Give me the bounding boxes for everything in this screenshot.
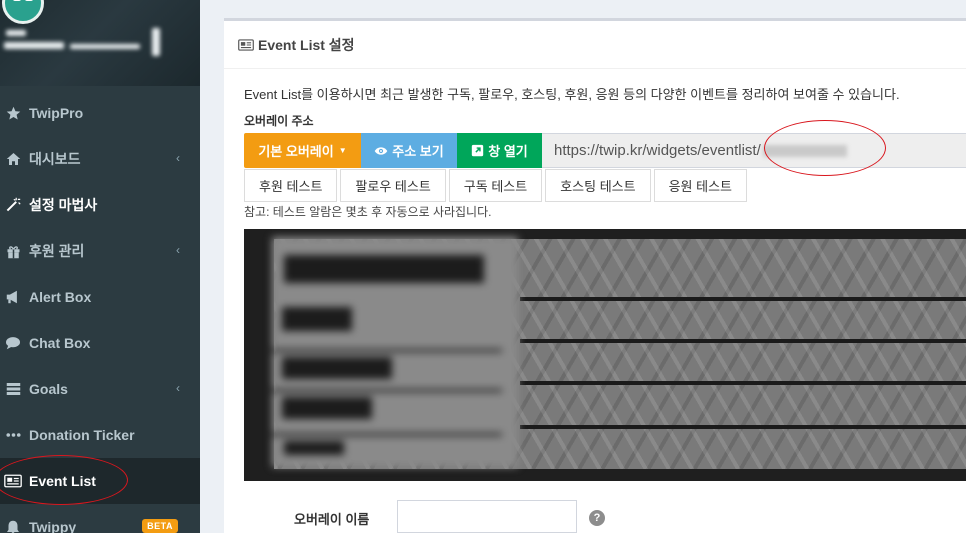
overlay-name-label: 오버레이 이름	[294, 512, 370, 527]
redacted-event-list-preview	[272, 237, 518, 467]
chevron-left-icon: ‹	[176, 243, 180, 257]
sidebar-item-goals[interactable]: Goals ‹	[0, 366, 200, 412]
overlay-url-label: 오버레이 주소	[244, 114, 314, 128]
newspaper-icon	[238, 38, 254, 51]
sidebar-item-twippro[interactable]: TwipPro	[0, 90, 200, 136]
gift-icon	[4, 243, 22, 259]
event-list-settings-panel: Event List 설정 Event List를 이용하시면 최근 발생한 구…	[224, 18, 966, 533]
default-overlay-label: 기본 오버레이	[258, 144, 334, 159]
sidebar-item-donation-ticker[interactable]: Donation Ticker	[0, 412, 200, 458]
panel-header: Event List 설정	[224, 21, 966, 69]
sidebar-item-label: TwipPro	[29, 105, 84, 121]
preview-divider	[520, 339, 966, 343]
sidebar-item-label: Goals	[29, 381, 68, 397]
sidebar-item-label: Chat Box	[29, 335, 91, 351]
sidebar-item-dashboard[interactable]: 대시보드 ‹	[0, 136, 200, 182]
help-icon[interactable]: ?	[589, 510, 605, 526]
beta-badge: BETA	[142, 519, 178, 533]
preview-divider	[520, 381, 966, 385]
open-window-button[interactable]: 창 열기	[457, 133, 542, 168]
preview-divider	[520, 297, 966, 301]
test-buttons-row: 후원 테스트 팔로우 테스트 구독 테스트 호스팅 테스트 응원 테스트	[244, 169, 750, 202]
overlay-url-group: 기본 오버레이 ▼ 주소 보기 창 열기 https://twip.kr/wid…	[244, 133, 966, 168]
redacted-url-token	[762, 144, 847, 157]
sidebar-item-label: Twippy	[29, 519, 77, 533]
sidebar-item-label: Event List	[29, 473, 96, 489]
caret-down-icon: ▼	[338, 146, 347, 155]
sidebar-item-label: 설정 마법사	[29, 197, 98, 213]
redacted-username	[4, 28, 160, 58]
external-link-icon	[471, 144, 484, 157]
hosting-test-button[interactable]: 호스팅 테스트	[545, 169, 651, 202]
chat-bubble-icon	[4, 335, 22, 351]
cheer-test-button[interactable]: 응원 테스트	[653, 169, 748, 202]
sidebar: TwipPro 대시보드 ‹ 설정 마법사 후원 관리 ‹ Alert Box …	[0, 0, 200, 533]
sidebar-item-label: 후원 관리	[29, 243, 85, 259]
chevron-left-icon: ‹	[176, 151, 180, 165]
tasks-icon	[4, 381, 22, 397]
overlay-preview	[244, 229, 966, 481]
sidebar-item-twippy[interactable]: Twippy BETA	[0, 504, 200, 533]
magic-wand-icon	[4, 197, 22, 213]
eye-icon	[374, 146, 388, 156]
bell-icon	[4, 519, 22, 533]
sidebar-item-setup-wizard[interactable]: 설정 마법사	[0, 182, 200, 228]
bullhorn-icon	[4, 289, 22, 305]
newspaper-icon	[4, 473, 22, 489]
overlay-name-input[interactable]	[397, 500, 577, 533]
home-icon	[4, 151, 22, 167]
follow-test-button[interactable]: 팔로우 테스트	[340, 169, 446, 202]
default-overlay-dropdown-button[interactable]: 기본 오버레이 ▼	[244, 133, 361, 168]
donation-test-button[interactable]: 후원 테스트	[244, 169, 338, 202]
sidebar-item-label: 대시보드	[29, 151, 81, 167]
open-window-label: 창 열기	[488, 144, 528, 159]
subscribe-test-button[interactable]: 구독 테스트	[448, 169, 543, 202]
sidebar-item-label: Alert Box	[29, 289, 92, 305]
ellipsis-icon	[4, 427, 22, 443]
sidebar-item-alert-box[interactable]: Alert Box	[0, 274, 200, 320]
panel-title: Event List 설정	[258, 36, 355, 53]
overlay-url-field[interactable]: https://twip.kr/widgets/eventlist/	[542, 133, 966, 168]
preview-divider	[520, 425, 966, 429]
main-content: Event List 설정 Event List를 이용하시면 최근 발생한 구…	[200, 0, 966, 533]
description-text: Event List를 이용하시면 최근 발생한 구독, 팔로우, 호스팅, 후…	[244, 87, 900, 102]
test-note: 참고: 테스트 알람은 몇초 후 자동으로 사라집니다.	[244, 205, 492, 219]
sidebar-menu: TwipPro 대시보드 ‹ 설정 마법사 후원 관리 ‹ Alert Box …	[0, 90, 200, 533]
show-address-label: 주소 보기	[392, 144, 444, 159]
avatar	[2, 0, 44, 24]
sidebar-item-donation-management[interactable]: 후원 관리 ‹	[0, 228, 200, 274]
overlay-url-text: https://twip.kr/widgets/eventlist/	[554, 142, 761, 159]
sidebar-item-event-list[interactable]: Event List	[0, 458, 200, 504]
sidebar-item-label: Donation Ticker	[29, 427, 135, 443]
chevron-left-icon: ‹	[176, 381, 180, 395]
user-panel	[0, 0, 200, 86]
sidebar-item-chat-box[interactable]: Chat Box	[0, 320, 200, 366]
show-address-button[interactable]: 주소 보기	[361, 133, 457, 168]
star-icon	[4, 105, 22, 121]
